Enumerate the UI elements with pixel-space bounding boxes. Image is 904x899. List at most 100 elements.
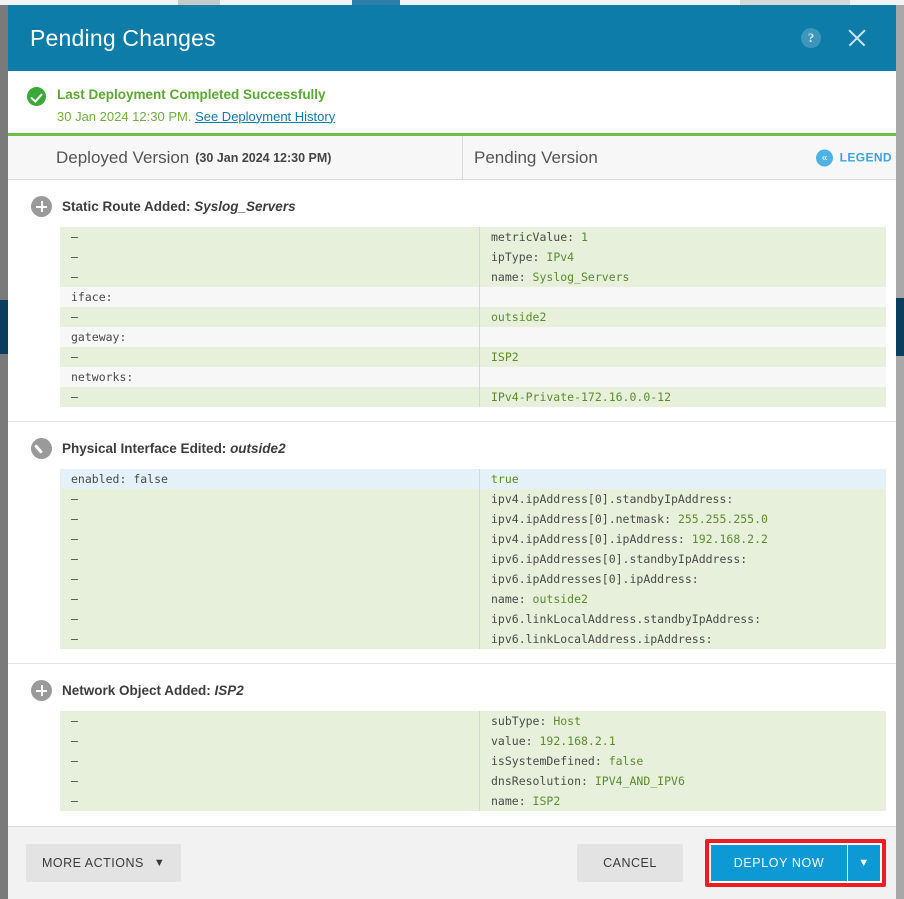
diff-value: outside2 [532,592,588,606]
empty-dash: – [71,612,78,626]
empty-dash: – [71,734,78,748]
diff-row: – subType: Host [60,711,886,731]
deployed-value-cell: – [60,731,480,751]
deployed-value-cell: – [60,529,480,549]
diff-value: 192.168.2.2 [691,532,768,546]
deployed-value-cell: – [60,509,480,529]
pending-value-cell [480,287,886,307]
empty-dash: – [71,592,78,606]
background-left-nav-highlight [0,300,8,354]
diff-value: 192.168.2.1 [539,734,616,748]
change-section: Physical Interface Edited: outside2 enabl… [8,422,896,664]
deployed-version-header: Deployed Version (30 Jan 2024 12:30 PM) [8,136,463,179]
diff-row: iface: [60,287,886,307]
deployed-value-cell: – [60,609,480,629]
version-column-headers: Deployed Version (30 Jan 2024 12:30 PM) … [8,136,896,180]
deployed-value-cell: – [60,489,480,509]
deployed-value-cell: – [60,751,480,771]
diff-key: ipv6.linkLocalAddress.ipAddress: [491,632,713,646]
diff-key: metricValue: [491,230,582,244]
pending-changes-dialog: Pending Changes ? Last Deployment Comple… [8,5,896,899]
diff-key: networks: [71,370,134,384]
deploy-now-button[interactable]: DEPLOY NOW [711,845,848,881]
empty-dash: – [71,794,78,808]
empty-dash: – [71,492,78,506]
diff-key: isSystemDefined: [491,754,609,768]
more-actions-label: MORE ACTIONS [42,856,144,870]
deployed-value-cell: – [60,549,480,569]
empty-dash: – [71,572,78,586]
pending-value-cell: subType: Host [480,711,886,731]
diff-key: ipv6.linkLocalAddress.standbyIpAddress: [491,612,762,626]
dialog-title: Pending Changes [30,24,216,51]
screen: Pending Changes ? Last Deployment Comple… [0,0,904,899]
changes-list[interactable]: Static Route Added: Syslog_Servers – metri… [8,180,896,826]
deployed-value-cell: – [60,227,480,247]
pending-value-cell: ipv6.linkLocalAddress.ipAddress: [480,629,886,649]
dialog-footer: MORE ACTIONS ▼ CANCEL DEPLOY NOW ▼ [8,826,896,899]
diff-row: – metricValue: 1 [60,227,886,247]
pending-value-cell: ipv4.ipAddress[0].ipAddress: 192.168.2.2 [480,529,886,549]
deploy-now-highlight: DEPLOY NOW ▼ [705,839,886,887]
empty-dash: – [71,774,78,788]
diff-row: – ipv4.ipAddress[0].standbyIpAddress: [60,489,886,509]
pending-version-title: Pending Version [474,147,598,167]
diff-value: ISP2 [491,350,519,364]
diff-row: – IPv4-Private-172.16.0.0-12 [60,387,886,407]
diff-value: IPv4 [546,250,575,264]
diff-value: ISP2 [532,794,561,808]
background-right-strip [896,5,904,899]
banner-title: Last Deployment Completed Successfully [57,87,326,102]
empty-dash: – [71,270,78,284]
deployment-status-banner: Last Deployment Completed Successfully 3… [8,71,896,136]
pencil-circle-icon [31,438,52,459]
close-icon[interactable] [844,25,870,51]
legend-button[interactable]: « LEGEND [815,149,892,166]
success-check-icon [27,87,46,106]
pending-value-cell: ipv6.ipAddresses[0].standbyIpAddress: [480,549,886,569]
deploy-options-button[interactable]: ▼ [848,845,880,881]
diff-value: 1 [581,230,588,244]
empty-dash: – [71,754,78,768]
change-object-name: Syslog_Servers [194,199,296,214]
diff-row: – ISP2 [60,347,886,367]
diff-value: IPv4-Private-172.16.0.0-12 [491,390,672,404]
diff-row: – ipv6.ipAddresses[0].ipAddress: [60,569,886,589]
diff-row: – isSystemDefined: false [60,751,886,771]
pending-value-cell: ISP2 [480,347,886,367]
background-left-strip [0,5,8,899]
legend-label: LEGEND [839,150,892,165]
plus-circle-icon [31,680,52,701]
help-icon[interactable]: ? [801,28,821,48]
change-type-label: Network Object Added: [62,683,215,698]
diff-row: – value: 192.168.2.1 [60,731,886,751]
deployed-value-cell: – [60,771,480,791]
change-type-label: Physical Interface Edited: [62,441,231,456]
diff-key: enabled: [71,472,134,486]
pending-value-cell: name: ISP2 [480,791,886,811]
deployed-value-cell: – [60,387,480,407]
deployed-value-cell: – [60,347,480,367]
diff-value: Syslog_Servers [532,270,630,284]
change-object-name: outside2 [230,441,286,456]
deployed-value-cell: networks: [60,367,480,387]
change-section-header[interactable]: Static Route Added: Syslog_Servers [8,190,896,227]
more-actions-button[interactable]: MORE ACTIONS ▼ [26,844,182,882]
diff-value: Host [553,714,582,728]
cancel-button[interactable]: CANCEL [577,844,683,882]
pending-value-cell: ipv6.linkLocalAddress.standbyIpAddress: [480,609,886,629]
pending-value-cell: value: 192.168.2.1 [480,731,886,751]
diff-value: true [491,472,519,486]
change-section-header[interactable]: Network Object Added: ISP2 [8,674,896,711]
pending-value-cell: ipType: IPv4 [480,247,886,267]
change-section-title: Physical Interface Edited: outside2 [62,441,286,456]
diff-key: name: [491,592,533,606]
diff-key: dnsResolution: [491,774,595,788]
see-deployment-history-link[interactable]: See Deployment History [195,109,335,124]
diff-key: name: [491,794,533,808]
diff-value: false [133,472,168,486]
pending-value-cell: true [480,469,886,489]
diff-row: – dnsResolution: IPV4_AND_IPV6 [60,771,886,791]
deployed-value-cell: – [60,247,480,267]
change-section-header[interactable]: Physical Interface Edited: outside2 [8,432,896,469]
